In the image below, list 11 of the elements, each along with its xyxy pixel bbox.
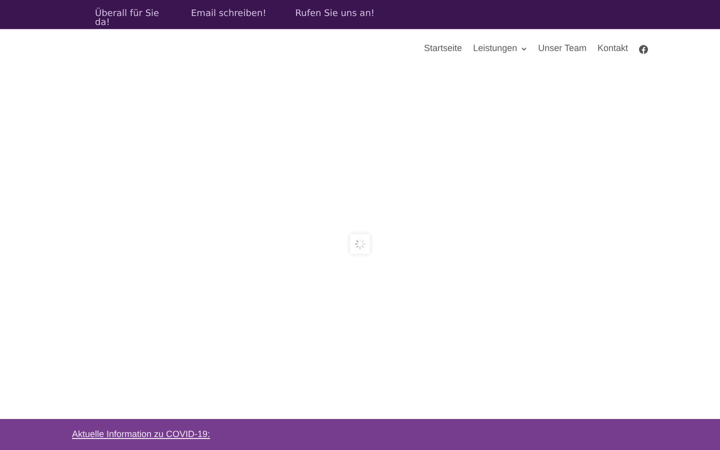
nav-link[interactable]: Startseite xyxy=(424,42,462,56)
chevron-icon xyxy=(521,47,528,51)
topbar-text: Überall für Sie da! xyxy=(95,10,160,28)
covid-info-link[interactable]: Aktuelle Information zu COVID-19: xyxy=(72,428,210,442)
nav-link[interactable]: Unser Team xyxy=(538,42,586,56)
facebook-icon[interactable] xyxy=(639,44,648,54)
topbar-text: Email schreiben! xyxy=(191,10,266,19)
nav-dropdown[interactable]: Leistungen xyxy=(473,42,528,56)
nav-link[interactable]: Kontakt xyxy=(597,42,628,56)
loading-spinner xyxy=(350,234,370,254)
topbar-text: Rufen Sie uns an! xyxy=(295,10,375,19)
